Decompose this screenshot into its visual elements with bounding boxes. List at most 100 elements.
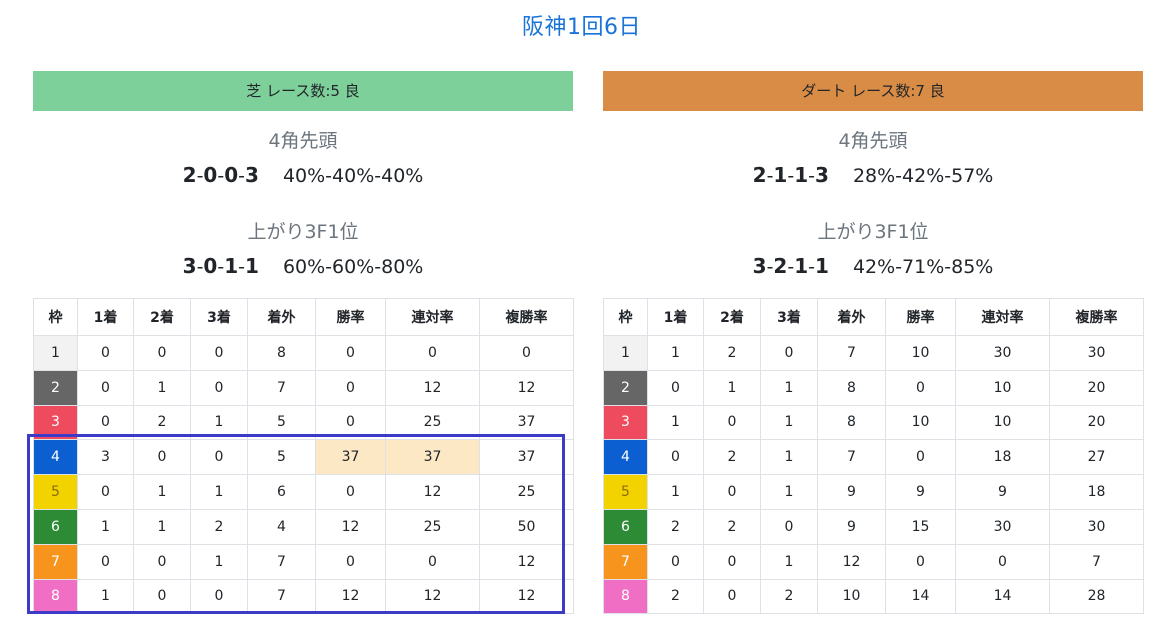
table-cell: 37 [385, 439, 480, 476]
table-cell: 12 [385, 369, 480, 406]
dirt-panel: ダート レース数:7 良 4角先頭 2-1-1-3 28%-42%-57% 上が… [603, 71, 1144, 615]
table-cell: 10 [955, 404, 1050, 441]
table-row: 8 1 0 0 7 12 12 12 [33, 578, 574, 615]
table-cell: 0 [77, 404, 134, 441]
waku-number-cell: 7 [33, 543, 78, 580]
column-header: 勝率 [315, 298, 386, 336]
table-cell: 0 [385, 335, 480, 371]
table-cell: 0 [315, 369, 386, 406]
table-row: 10008000 [33, 335, 574, 371]
table-cell: 8 [817, 369, 886, 406]
column-header: 枠 [603, 298, 648, 336]
column-header: 複勝率 [479, 298, 574, 336]
table-cell: 10 [955, 369, 1050, 406]
table-cell: 0 [133, 439, 191, 476]
table-row: 7 0 0 1 7 0 0 12 [33, 543, 574, 580]
table-cell: 0 [885, 369, 956, 406]
table-cell: 1 [760, 369, 818, 406]
table-row: 1 1 2 0 7 10 30 30 [603, 335, 1144, 371]
table-row: 2 0 1 0 7 0 12 12 [33, 369, 574, 406]
table-cell: 0 [315, 543, 386, 580]
table-cell: 28 [1049, 578, 1144, 615]
table-row: 2 0 1 1 8 0 10 20 [603, 369, 1144, 406]
table-cell: 0 [647, 369, 704, 406]
table-cell: 12 [315, 578, 386, 615]
column-header: 複勝率 [1049, 298, 1144, 336]
waku-number-cell: 6 [33, 508, 78, 545]
column-header: 3着 [760, 298, 818, 336]
turf-corner-counts: 2-0-0-3 [182, 163, 259, 187]
table-cell: 0 [190, 335, 248, 371]
table-cell: 1 [190, 474, 248, 510]
dirt-last3f-counts: 3-2-1-1 [752, 254, 829, 278]
table-cell: 5 [247, 439, 316, 476]
table-cell: 1 [647, 474, 704, 510]
table-cell: 1 [133, 369, 191, 406]
table-cell: 0 [885, 439, 956, 476]
table-cell: 25 [385, 404, 480, 441]
waku-number-cell: 3 [33, 404, 78, 441]
waku-number-cell: 8 [33, 578, 78, 615]
table-cell: 27 [1049, 439, 1144, 476]
waku-number-cell: 2 [33, 369, 78, 406]
waku-number-cell: 3 [603, 404, 648, 441]
table-cell: 0 [190, 369, 248, 406]
table-cell: 6 [247, 474, 316, 510]
table-cell: 15 [885, 508, 956, 545]
waku-number-cell: 5 [603, 474, 648, 510]
column-header: 2着 [133, 298, 191, 336]
table-row: 3 0 2 1 5 0 25 37 [33, 404, 574, 441]
table-cell: 1 [77, 508, 134, 545]
waku-number-cell: 8 [603, 578, 648, 615]
table-cell: 7 [1049, 543, 1144, 580]
dirt-waku-table: 枠 1着 2着 3着 着外 勝率 連対率 複勝率 1 1 2 0 7 10 30 30 2 0 1 1 8 0 10 20 3 1… [603, 298, 1144, 615]
table-cell: 1 [77, 578, 134, 615]
waku-number-cell: 7 [603, 543, 648, 580]
table-cell: 0 [133, 335, 191, 371]
page-title: 阪神1回6日 [522, 15, 641, 40]
column-header: 着外 [247, 298, 316, 336]
table-cell: 0 [190, 439, 248, 476]
table-cell: 14 [885, 578, 956, 615]
table-cell: 25 [479, 474, 574, 510]
table-cell: 50 [479, 508, 574, 545]
table-cell: 37 [479, 439, 574, 476]
table-cell: 4 [247, 508, 316, 545]
waku-number-cell: 6 [603, 508, 648, 545]
dirt-last3f-stats: 3-2-1-1 42%-71%-85% [603, 251, 1143, 281]
table-cell: 0 [385, 543, 480, 580]
table-cell: 2 [760, 578, 818, 615]
column-header: 1着 [647, 298, 704, 336]
table-cell: 0 [77, 369, 134, 406]
table-row: 5 1 0 1 9 9 9 18 [603, 474, 1144, 510]
column-header: 1着 [77, 298, 134, 336]
table-cell: 12 [385, 474, 480, 510]
turf-last3f-label: 上がり3F1位 [247, 221, 359, 243]
table-cell: 0 [479, 335, 574, 371]
table-header-row: 枠 1着 2着 3着 着外 勝率 連対率 複勝率 [603, 298, 1144, 336]
table-cell: 2 [190, 508, 248, 545]
table-cell: 37 [315, 439, 386, 476]
waku-number-cell: 2 [603, 369, 648, 406]
table-cell: 0 [77, 543, 134, 580]
table-cell: 0 [760, 508, 818, 545]
table-cell: 25 [385, 508, 480, 545]
table-cell: 0 [315, 335, 386, 371]
table-cell: 0 [703, 543, 761, 580]
column-header: 3着 [190, 298, 248, 336]
table-cell: 10 [885, 335, 956, 371]
table-cell: 12 [315, 508, 386, 545]
table-cell: 0 [647, 543, 704, 580]
table-cell: 2 [133, 404, 191, 441]
table-cell: 7 [247, 369, 316, 406]
table-cell: 1 [133, 474, 191, 510]
table-cell: 0 [760, 335, 818, 371]
table-cell: 1 [760, 474, 818, 510]
table-cell: 1 [760, 404, 818, 441]
table-cell: 0 [190, 578, 248, 615]
waku-number-cell: 1 [603, 335, 648, 371]
table-cell: 0 [315, 404, 386, 441]
dirt-corner-label: 4角先頭 [838, 130, 908, 152]
table-cell: 1 [760, 543, 818, 580]
table-cell: 12 [479, 369, 574, 406]
